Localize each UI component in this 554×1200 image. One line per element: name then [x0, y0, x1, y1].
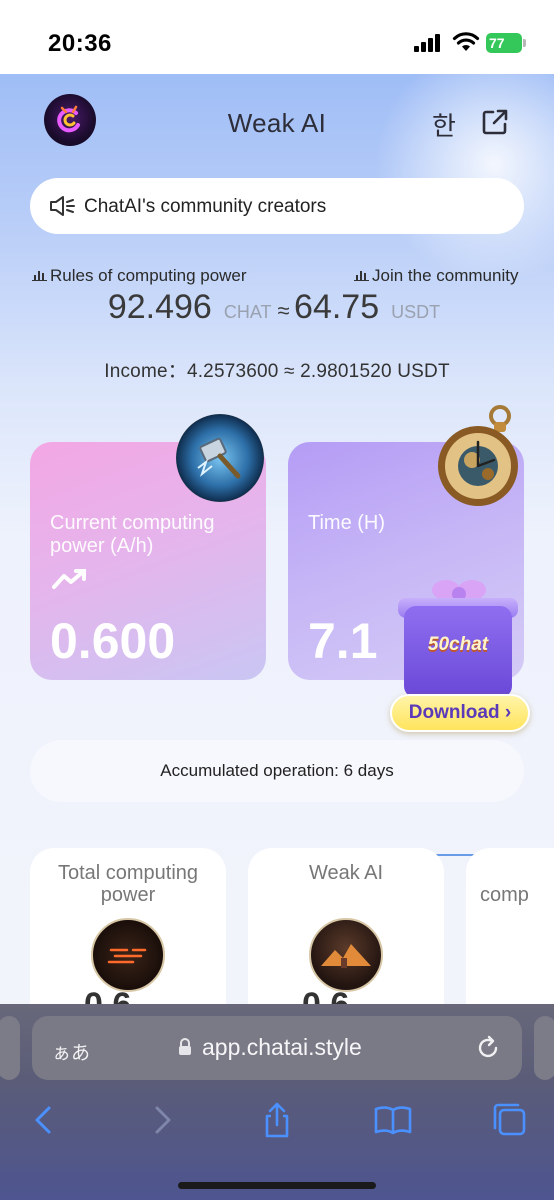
balance-display: 92.496 CHAT ≈ 64.75 USDT — [0, 288, 554, 327]
app-page: Weak AI 한 ChatAI's community creators Ru… — [0, 74, 554, 1004]
accumulated-operation-banner: Accumulated operation: 6 days — [30, 740, 524, 802]
battery-level: 77 — [489, 35, 505, 51]
status-time: 20:36 — [48, 30, 112, 57]
accumulated-operation-text: Accumulated operation: 6 days — [160, 761, 394, 780]
speaker-icon — [50, 196, 75, 216]
wifi-icon — [452, 32, 480, 51]
computing-orb-icon — [91, 918, 165, 992]
trend-up-icon — [52, 569, 86, 589]
mini-card-title: Weak AI — [308, 862, 384, 884]
join-link-label: Join the community — [372, 266, 519, 285]
mini-card-value: 0.6 — [302, 986, 349, 1004]
chat-unit: CHAT — [223, 302, 272, 322]
chart-bars-icon — [32, 268, 47, 281]
approx-sign: ≈ — [277, 298, 290, 323]
chart-bars-icon — [354, 268, 369, 281]
download-promo[interactable]: 50chat Download › — [384, 574, 534, 739]
rules-link[interactable]: Rules of computing power — [32, 266, 247, 286]
pocket-watch-icon — [438, 405, 518, 506]
reload-icon[interactable] — [474, 1034, 502, 1062]
join-community-link[interactable]: Join the community — [354, 266, 518, 286]
announcement-banner[interactable]: ChatAI's community creators — [30, 178, 524, 234]
total-computing-power-card[interactable]: Total computing power — [30, 848, 226, 1004]
next-tab-handle[interactable] — [534, 1016, 554, 1080]
bookmarks-icon[interactable] — [373, 1100, 413, 1140]
chat-amount: 92.496 — [107, 288, 212, 326]
mountain-orb-icon — [309, 918, 383, 992]
weak-ai-card[interactable]: Weak AI — [248, 848, 444, 1004]
usdt-amount: 64.75 — [294, 288, 380, 326]
share-icon[interactable] — [257, 1100, 297, 1140]
tabs-icon[interactable] — [490, 1100, 530, 1140]
page-settings-button[interactable]: ぁあ — [52, 1038, 90, 1065]
third-stat-card[interactable]: comp — [466, 848, 554, 1004]
time-value: 7.1 — [308, 613, 378, 669]
browser-toolbar: ぁあ app.chatai.style — [0, 1004, 554, 1200]
gift-label: 50chat — [427, 634, 489, 655]
status-bar: 20:36 77 — [0, 0, 554, 74]
url-text[interactable]: app.chatai.style — [202, 1034, 362, 1061]
address-bar[interactable]: ぁあ app.chatai.style — [32, 1016, 522, 1080]
income-text: Income：4.2573600 ≈ 2.9801520 USDT — [104, 361, 450, 382]
usdt-unit: USDT — [391, 302, 441, 322]
forward-icon[interactable] — [142, 1100, 182, 1140]
back-icon[interactable] — [24, 1100, 64, 1140]
hammer-badge-icon — [176, 414, 264, 502]
battery-icon: 77 — [486, 33, 522, 53]
computing-power-label: Current computing power (A/h) — [50, 512, 215, 557]
rules-link-label: Rules of computing power — [50, 266, 247, 285]
computing-power-value: 0.600 — [50, 613, 176, 669]
page-title: Weak AI — [227, 108, 327, 138]
battery-tip — [523, 39, 526, 47]
download-button[interactable]: Download › — [390, 694, 530, 732]
home-indicator[interactable] — [178, 1182, 376, 1189]
lock-icon — [179, 1038, 191, 1055]
mini-card-value: 0.6 — [84, 986, 131, 1004]
time-label: Time (H) — [308, 512, 386, 534]
language-switch-button[interactable]: 한 — [432, 106, 456, 143]
mini-card-title: comp — [480, 884, 529, 906]
cellular-signal-icon — [414, 34, 442, 52]
mini-card-title: Total computing power — [57, 862, 199, 906]
share-external-icon[interactable] — [482, 109, 508, 135]
previous-tab-handle[interactable] — [0, 1016, 20, 1080]
announcement-text: ChatAI's community creators — [84, 196, 327, 217]
